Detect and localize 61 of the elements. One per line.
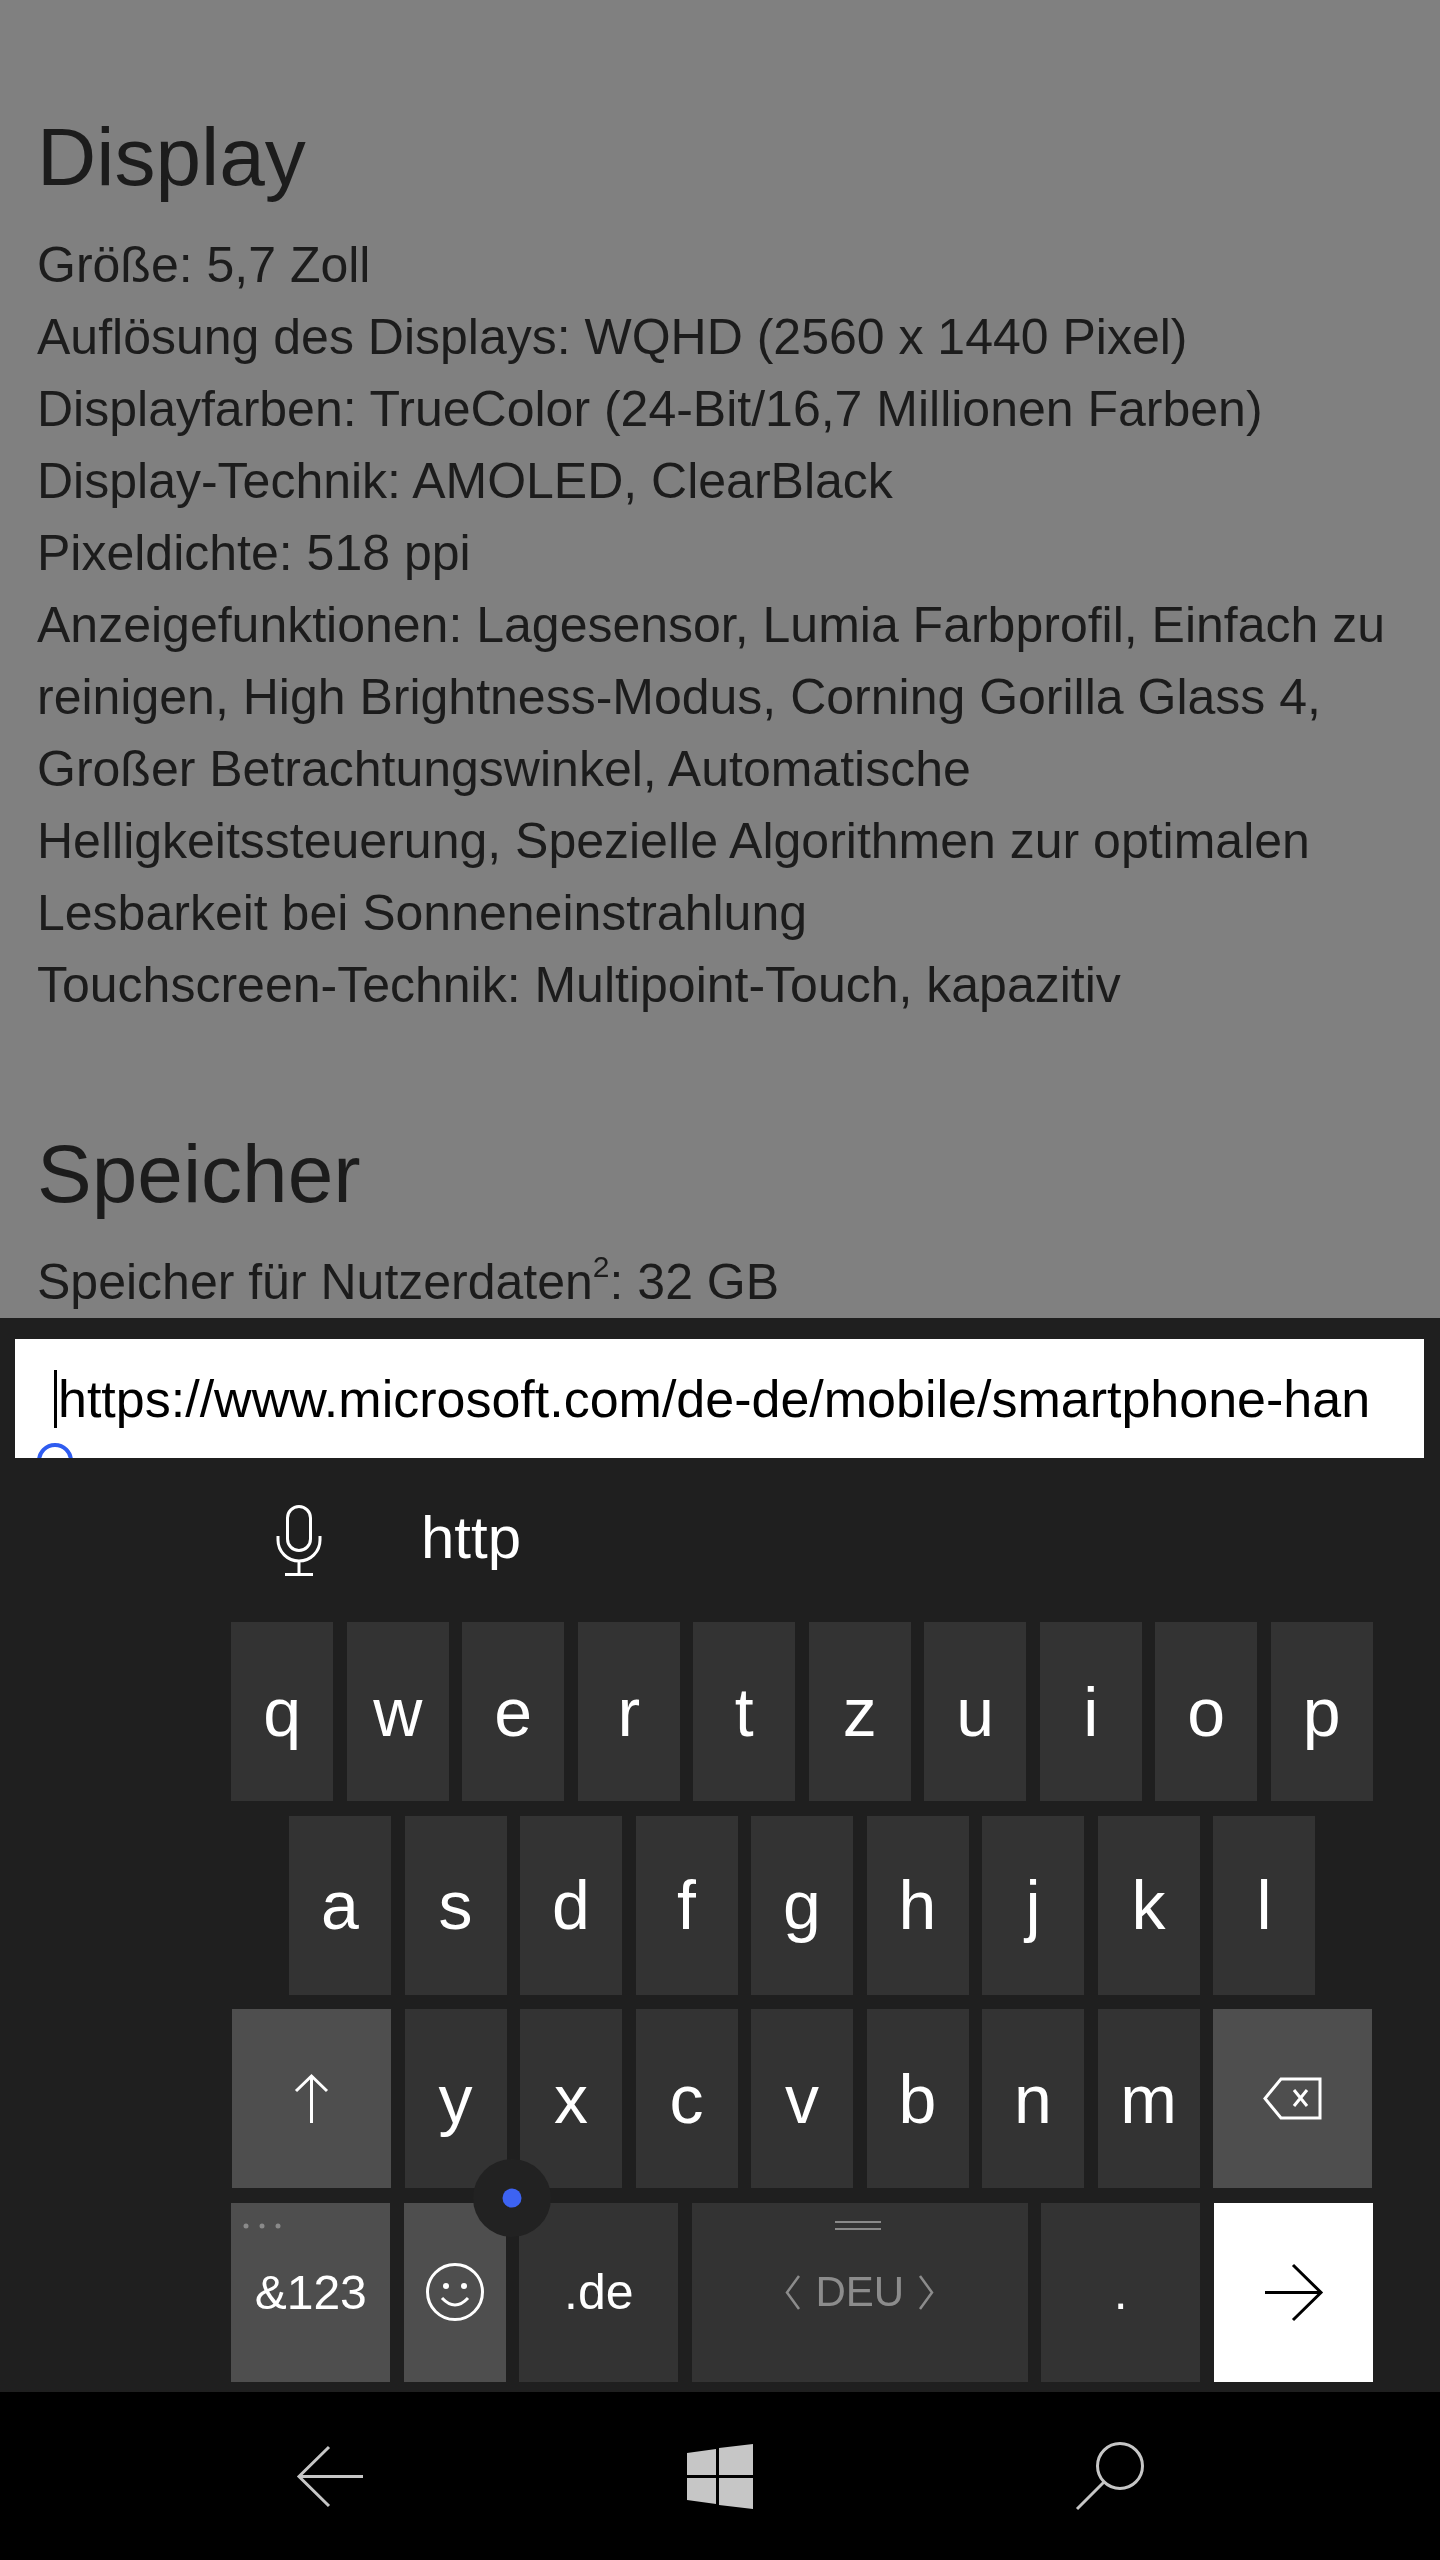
spec-text: Anzeigefunktionen: Lagesensor, Lumia Farbprofil, Einfach zu reinigen, High Brightness-Modus, Corning Gorilla Glass 4, Großer Betrachtungswinkel, Automatische Helligkeitssteuerung, Spezielle Algorithmen zur optimalen Lesbarkeit bei Sonneneinstrahlung <box>37 596 1387 943</box>
section-heading: Speicher <box>37 1127 362 1221</box>
spec-text: Größe: 5,7 Zoll <box>37 236 372 295</box>
letter-key[interactable]: d <box>520 1815 622 1995</box>
microphone-icon[interactable] <box>274 1504 324 1576</box>
address-field[interactable]: https://www.microsoft.com/de-de/mobile/smartphone-han <box>15 1339 1424 1458</box>
period-key[interactable]: . <box>1041 2202 1201 2382</box>
letter-key[interactable]: f <box>635 1815 738 1995</box>
letter-key[interactable]: c <box>635 2009 738 2188</box>
backspace-icon <box>1263 2077 1322 2120</box>
letter-key[interactable]: u <box>924 1622 1027 1801</box>
cursor-control-icon[interactable] <box>473 2159 551 2237</box>
chevron-right-icon <box>918 2273 935 2311</box>
enter-key[interactable] <box>1213 2202 1373 2382</box>
letter-key[interactable]: p <box>1270 1622 1373 1801</box>
search-icon[interactable] <box>1074 2441 1145 2511</box>
space-key[interactable]: DEU <box>691 2202 1028 2382</box>
letter-key[interactable]: t <box>693 1622 796 1801</box>
letter-key[interactable]: e <box>462 1622 565 1801</box>
letter-key[interactable]: a <box>289 1815 391 1995</box>
letter-key[interactable]: m <box>1097 2009 1200 2188</box>
back-arrow-icon[interactable] <box>295 2444 365 2508</box>
word-suggestion[interactable]: http <box>421 1508 522 1572</box>
spec-text: Display-Technik: AMOLED, ClearBlack <box>37 452 894 511</box>
grip-lines-icon <box>834 2219 881 2231</box>
backspace-key[interactable] <box>1213 2009 1372 2188</box>
letter-key[interactable]: s <box>404 1815 507 1995</box>
domain-key[interactable]: .de <box>519 2202 679 2382</box>
symbols-key[interactable]: &123 <box>231 2202 391 2382</box>
letter-key[interactable]: l <box>1213 1815 1315 1995</box>
smiley-icon <box>424 2262 485 2322</box>
spec-text: Auflösung des Displays: WQHD (2560 x 1440 Pixel) <box>37 308 1189 367</box>
up-arrow-icon <box>293 2073 330 2124</box>
letter-key[interactable]: h <box>866 1815 969 1995</box>
letter-key[interactable]: o <box>1155 1622 1258 1801</box>
letter-key[interactable]: b <box>866 2009 969 2188</box>
letter-key[interactable]: q <box>231 1622 334 1801</box>
letter-key[interactable]: z <box>808 1622 911 1801</box>
chevron-left-icon <box>785 2273 802 2311</box>
letter-key[interactable]: r <box>577 1622 680 1801</box>
text-cursor-icon <box>54 1369 57 1428</box>
letter-key[interactable]: v <box>751 2009 853 2188</box>
letter-key[interactable]: x <box>520 2009 622 2188</box>
dots-icon <box>243 2222 282 2229</box>
section-heading: Display <box>37 110 307 204</box>
spec-text: Touchscreen-Technik: Multipoint-Touch, kapazitiv <box>37 956 1122 1015</box>
language-label: DEU <box>815 2268 905 2316</box>
right-arrow-icon <box>1262 2262 1324 2322</box>
spec-text: Pixeldichte: 518 ppi <box>37 524 472 583</box>
letter-key[interactable]: j <box>982 1815 1084 1995</box>
letter-key[interactable]: i <box>1039 1622 1142 1801</box>
letter-key[interactable]: n <box>982 2009 1084 2188</box>
spec-text: Displayfarben: TrueColor (24-Bit/16,7 Millionen Farben) <box>37 380 1264 439</box>
letter-key[interactable]: w <box>346 1622 449 1801</box>
letter-key[interactable]: k <box>1097 1815 1200 1995</box>
emoji-key[interactable] <box>403 2202 506 2382</box>
letter-key[interactable]: g <box>751 1815 853 1995</box>
letter-key[interactable]: y <box>404 2009 507 2188</box>
spec-text: Speicher für Nutzerdaten$^{2}$: 32 GB <box>37 1249 781 1312</box>
windows-logo-icon[interactable] <box>686 2443 753 2509</box>
selection-handle-icon[interactable] <box>35 1441 75 1458</box>
